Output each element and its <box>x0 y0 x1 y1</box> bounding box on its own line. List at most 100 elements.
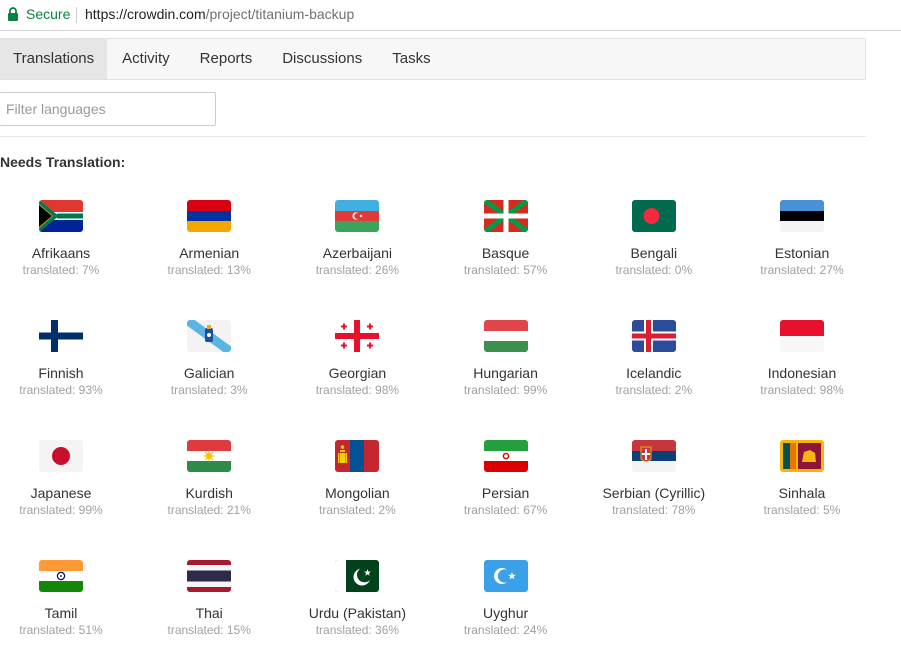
needs-translation-heading: Needs Translation: <box>0 154 126 170</box>
pakistan-flag-icon <box>335 560 380 592</box>
language-name: Georgian <box>328 365 387 381</box>
language-item-kurdistan[interactable]: Kurdish translated: 21% <box>135 440 283 517</box>
language-item-azerbaijan[interactable]: Azerbaijani translated: 26% <box>283 200 431 277</box>
address-separator <box>76 7 77 23</box>
translation-progress: translated: 0% <box>615 263 693 277</box>
hungary-flag-icon <box>483 320 528 352</box>
finland-flag-icon <box>39 320 83 352</box>
japan-flag-icon <box>39 440 83 472</box>
language-item-georgia[interactable]: Georgian translated: 98% <box>283 320 431 397</box>
translation-progress: translated: 2% <box>615 383 693 397</box>
language-item-basque[interactable]: Basque translated: 57% <box>432 200 580 277</box>
filter-languages-input[interactable] <box>0 92 216 126</box>
language-name: Bengali <box>630 245 678 261</box>
translation-progress: translated: 98% <box>760 383 844 397</box>
language-name: Serbian (Cyrillic) <box>602 485 706 501</box>
language-name: Finnish <box>38 365 84 381</box>
translation-progress: translated: 99% <box>19 503 103 517</box>
language-item-indonesia[interactable]: Indonesian translated: 98% <box>728 320 876 397</box>
iran-flag-icon <box>483 440 528 472</box>
bangladesh-flag-icon <box>631 200 676 232</box>
language-name: Indonesian <box>767 365 837 381</box>
language-item-iran[interactable]: Persian translated: 67% <box>432 440 580 517</box>
translation-progress: translated: 98% <box>315 383 400 397</box>
language-item-galicia[interactable]: Galician translated: 3% <box>135 320 283 397</box>
language-item-thailand[interactable]: Thai translated: 15% <box>135 560 283 637</box>
divider <box>0 136 866 137</box>
translation-progress: translated: 51% <box>19 623 103 637</box>
language-item-hungary[interactable]: Hungarian translated: 99% <box>432 320 580 397</box>
language-item-india[interactable]: Tamil translated: 51% <box>0 560 135 637</box>
language-name: Basque <box>481 245 530 261</box>
thailand-flag-icon <box>187 560 232 592</box>
language-item-east-turkestan[interactable]: Uyghur translated: 24% <box>432 560 580 637</box>
language-item-serbia[interactable]: Serbian (Cyrillic) translated: 78% <box>580 440 728 517</box>
translation-progress: translated: 5% <box>763 503 841 517</box>
azerbaijan-flag-icon <box>335 200 380 232</box>
south-africa-flag-icon <box>39 200 83 232</box>
tab-activity[interactable]: Activity <box>107 39 185 79</box>
tab-reports[interactable]: Reports <box>185 39 268 79</box>
galicia-flag-icon <box>187 320 232 352</box>
language-name: Hungarian <box>473 365 538 381</box>
language-item-pakistan[interactable]: Urdu (Pakistan) translated: 36% <box>283 560 431 637</box>
india-flag-icon <box>39 560 83 592</box>
translation-progress: translated: 13% <box>167 263 251 277</box>
language-name: Thai <box>195 605 223 621</box>
tab-discussions[interactable]: Discussions <box>267 39 377 79</box>
language-name: Afrikaans <box>31 245 91 261</box>
armenia-flag-icon <box>187 200 232 232</box>
secure-label: Secure <box>26 6 71 22</box>
project-tabs: Translations Activity Reports Discussion… <box>0 38 866 80</box>
language-item-finland[interactable]: Finnish translated: 93% <box>0 320 135 397</box>
mongolia-flag-icon <box>335 440 380 472</box>
sri-lanka-flag-icon <box>780 440 824 472</box>
indonesia-flag-icon <box>780 320 824 352</box>
translation-progress: translated: 67% <box>463 503 548 517</box>
east-turkestan-flag-icon <box>483 560 528 592</box>
lock-icon <box>8 7 18 21</box>
language-item-bangladesh[interactable]: Bengali translated: 0% <box>580 200 728 277</box>
iceland-flag-icon <box>631 320 676 352</box>
language-name: Armenian <box>179 245 240 261</box>
translation-progress: translated: 7% <box>22 263 100 277</box>
translation-progress: translated: 21% <box>167 503 251 517</box>
language-name: Icelandic <box>626 365 682 381</box>
language-name: Estonian <box>774 245 830 261</box>
georgia-flag-icon <box>335 320 380 352</box>
language-item-iceland[interactable]: Icelandic translated: 2% <box>580 320 728 397</box>
translation-progress: translated: 26% <box>315 263 400 277</box>
serbia-flag-icon <box>631 440 676 472</box>
language-item-mongolia[interactable]: Mongolian translated: 2% <box>283 440 431 517</box>
translation-progress: translated: 99% <box>463 383 548 397</box>
translation-progress: translated: 24% <box>463 623 548 637</box>
kurdistan-flag-icon <box>187 440 232 472</box>
translation-progress: translated: 36% <box>315 623 400 637</box>
language-item-estonia[interactable]: Estonian translated: 27% <box>728 200 876 277</box>
language-name: Galician <box>183 365 235 381</box>
translation-progress: translated: 2% <box>319 503 396 517</box>
address-bar[interactable]: Secure https://crowdin.com/project/titan… <box>0 0 901 31</box>
estonia-flag-icon <box>780 200 824 232</box>
tab-translations[interactable]: Translations <box>0 39 108 79</box>
language-item-south-africa[interactable]: Afrikaans translated: 7% <box>0 200 135 277</box>
language-item-japan[interactable]: Japanese translated: 99% <box>0 440 135 517</box>
url-host: https://crowdin.com <box>85 6 206 22</box>
url-path: /project/titanium-backup <box>205 6 355 22</box>
translation-progress: translated: 57% <box>463 263 548 277</box>
basque-flag-icon <box>483 200 528 232</box>
url-text[interactable]: https://crowdin.com/project/titanium-bac… <box>85 6 354 22</box>
language-name: Urdu (Pakistan) <box>308 605 407 621</box>
translation-progress: translated: 15% <box>167 623 251 637</box>
language-item-armenia[interactable]: Armenian translated: 13% <box>135 200 283 277</box>
language-name: Sinhala <box>778 485 826 501</box>
translation-progress: translated: 3% <box>170 383 248 397</box>
language-name: Japanese <box>30 485 92 501</box>
translation-progress: translated: 27% <box>760 263 844 277</box>
language-name: Tamil <box>44 605 78 621</box>
tab-tasks[interactable]: Tasks <box>377 39 445 79</box>
translation-progress: translated: 78% <box>612 503 696 517</box>
language-item-sri-lanka[interactable]: Sinhala translated: 5% <box>728 440 876 517</box>
language-name: Persian <box>481 485 530 501</box>
language-name: Kurdish <box>185 485 233 501</box>
